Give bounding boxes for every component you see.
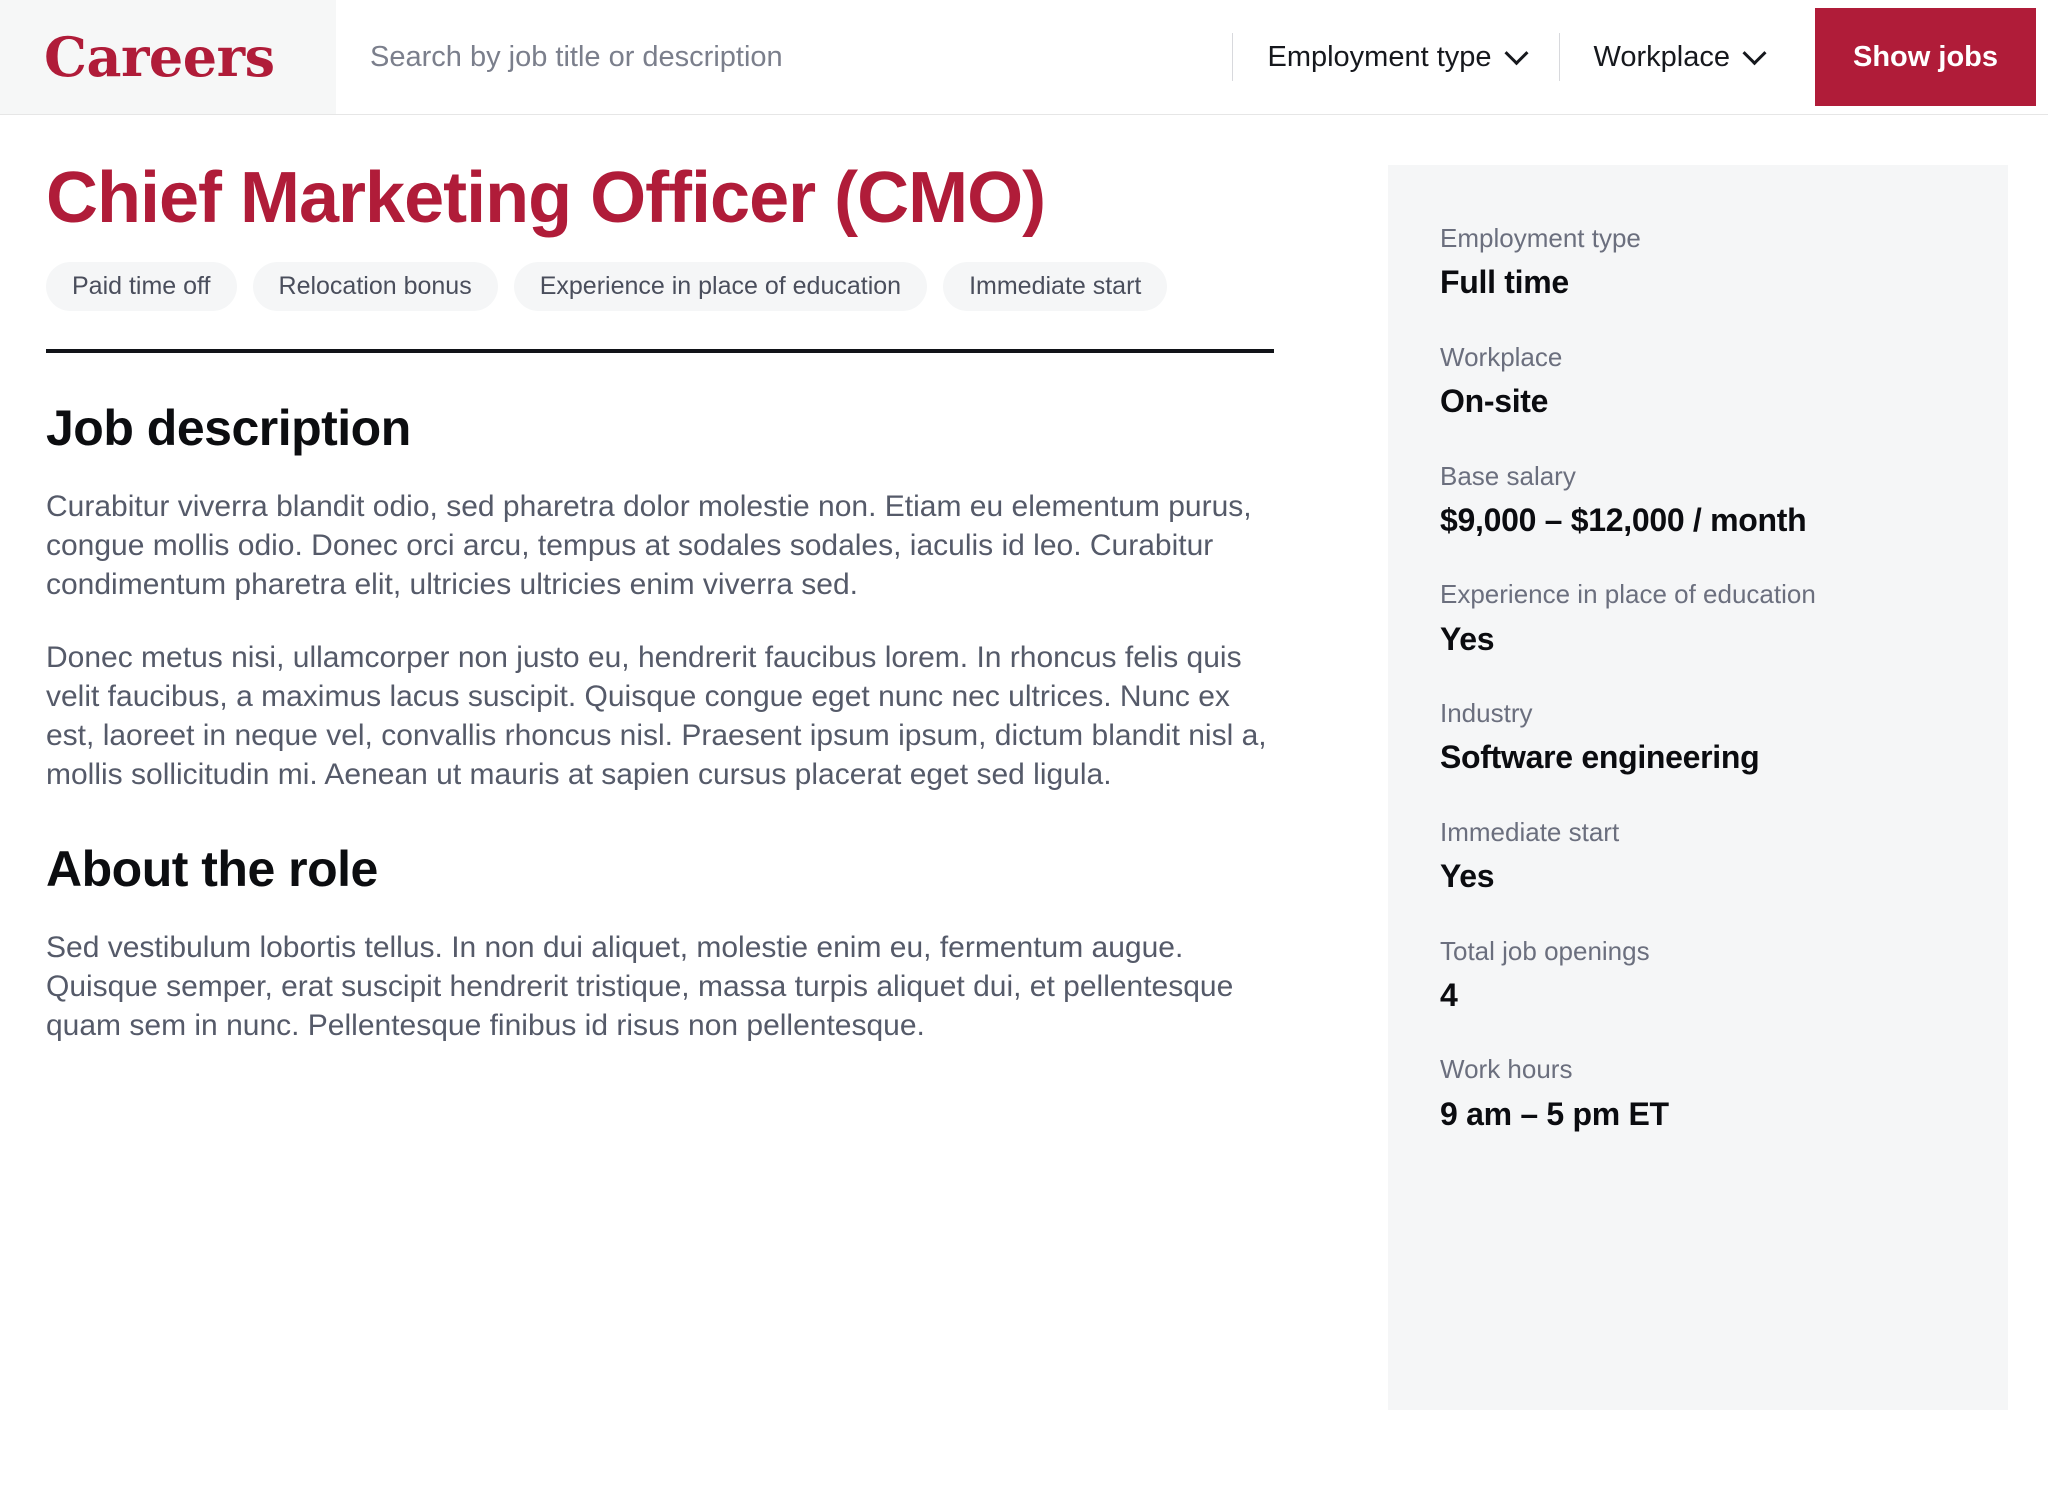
- detail-value: Yes: [1440, 620, 1495, 657]
- job-tag: Relocation bonus: [252, 262, 498, 312]
- section-heading-about-the-role: About the role: [46, 841, 378, 898]
- detail-value: 4: [1440, 976, 1458, 1013]
- detail-label: Workplace: [1440, 341, 1563, 372]
- job-details-panel: Employment type Full time Workplace On-s…: [1388, 165, 2008, 1410]
- detail-immediate-start: Immediate start Yes: [1440, 817, 2008, 898]
- detail-value: $9,000 – $12,000 / month: [1440, 501, 1807, 538]
- filter-employment-type[interactable]: Employment type: [1233, 41, 1558, 74]
- header-filters: Employment type Workplace Show jobs: [1232, 0, 2048, 114]
- detail-label: Work hours: [1440, 1054, 1573, 1085]
- logo-cell: Careers: [0, 0, 336, 114]
- chevron-down-icon: [1742, 40, 1767, 65]
- detail-value: Yes: [1440, 858, 1495, 895]
- filter-employment-type-label: Employment type: [1267, 40, 1492, 73]
- detail-employment-type: Employment type Full time: [1440, 223, 2008, 304]
- job-main-column: Chief Marketing Officer (CMO) Paid time …: [0, 115, 1388, 1045]
- detail-label: Total job openings: [1440, 935, 1650, 966]
- detail-industry: Industry Software engineering: [1440, 698, 2008, 779]
- show-jobs-button[interactable]: Show jobs: [1815, 8, 2036, 106]
- section-divider: [46, 349, 1274, 354]
- detail-label: Experience in place of education: [1440, 579, 1816, 610]
- detail-experience-in-place-of-education: Experience in place of education Yes: [1440, 579, 2008, 660]
- page-title: Chief Marketing Officer (CMO): [46, 158, 1046, 238]
- detail-label: Base salary: [1440, 460, 1576, 491]
- paragraph: Donec metus nisi, ullamcorper non justo …: [46, 641, 1267, 792]
- filter-workplace[interactable]: Workplace: [1560, 41, 1797, 74]
- chevron-down-icon: [1504, 40, 1529, 65]
- detail-label: Industry: [1440, 698, 1533, 729]
- detail-base-salary: Base salary $9,000 – $12,000 / month: [1440, 461, 2008, 542]
- detail-work-hours: Work hours 9 am – 5 pm ET: [1440, 1054, 2008, 1135]
- job-tag: Paid time off: [46, 262, 237, 312]
- job-details-column: Employment type Full time Workplace On-s…: [1388, 165, 2008, 1410]
- careers-logo[interactable]: Careers: [44, 30, 275, 84]
- detail-value: 9 am – 5 pm ET: [1440, 1095, 1669, 1132]
- detail-total-job-openings: Total job openings 4: [1440, 936, 2008, 1017]
- paragraph: Curabitur viverra blandit odio, sed phar…: [46, 490, 1252, 602]
- job-tag: Experience in place of education: [513, 262, 928, 312]
- detail-value: On-site: [1440, 382, 1549, 419]
- paragraph: Sed vestibulum lobortis tellus. In non d…: [46, 931, 1234, 1043]
- detail-label: Immediate start: [1440, 816, 1620, 847]
- detail-value: Software engineering: [1440, 739, 1760, 776]
- section-heading-job-description: Job description: [46, 400, 411, 457]
- site-header: Careers Employment type Workplace Show j…: [0, 0, 2048, 115]
- detail-label: Employment type: [1440, 223, 1641, 253]
- page-body: Chief Marketing Officer (CMO) Paid time …: [0, 115, 2048, 1500]
- detail-value: Full time: [1440, 264, 1569, 301]
- job-tag: Immediate start: [943, 262, 1168, 312]
- filter-workplace-label: Workplace: [1593, 40, 1730, 73]
- detail-workplace: Workplace On-site: [1440, 342, 2008, 423]
- search-field-wrapper: [336, 0, 1233, 114]
- search-input[interactable]: [370, 40, 1233, 74]
- job-tag-list: Paid time off Relocation bonus Experienc…: [46, 262, 1328, 312]
